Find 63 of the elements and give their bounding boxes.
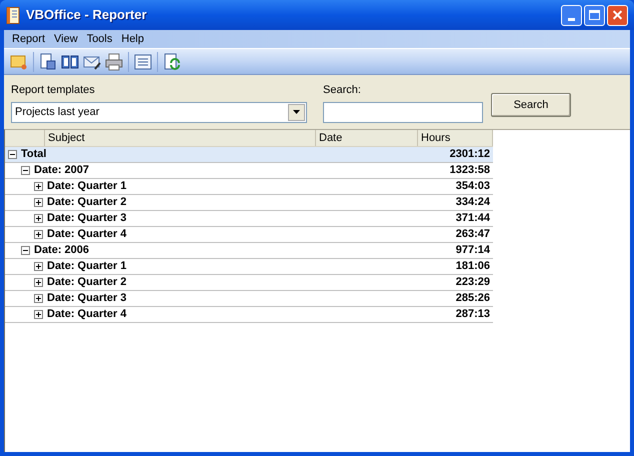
row-hours: 263:47 xyxy=(456,226,491,242)
expand-toggle[interactable] xyxy=(34,230,43,238)
row-hours: 977:14 xyxy=(456,242,491,258)
window-title: VBOffice - Reporter xyxy=(26,6,148,24)
dropdown-value: Projects last year xyxy=(14,104,100,120)
expand-toggle[interactable] xyxy=(34,310,43,318)
search-label: Search: xyxy=(323,83,362,98)
column-header[interactable]: Hours xyxy=(418,130,493,146)
row-hours: 334:24 xyxy=(456,194,491,210)
expand-toggle[interactable] xyxy=(34,278,43,286)
tree-row[interactable]: Date: Quarter 4 287:13 xyxy=(5,306,493,322)
row-subject: Date: Quarter 3 xyxy=(47,212,126,224)
search-field[interactable] xyxy=(323,102,483,122)
menu-item[interactable]: Report xyxy=(8,34,50,44)
row-hours: 1323:58 xyxy=(450,162,491,178)
row-subject: Date: Quarter 1 xyxy=(47,180,126,192)
tree-row[interactable]: Date: Quarter 2 223:29 xyxy=(5,274,493,290)
tree-row[interactable]: Date: Quarter 1 354:03 xyxy=(5,178,493,194)
row-hours: 223:29 xyxy=(456,274,491,290)
row-subject: Date: Quarter 4 xyxy=(47,308,126,320)
expand-toggle[interactable] xyxy=(34,214,43,222)
expand-toggle[interactable] xyxy=(34,182,43,190)
row-hours: 287:13 xyxy=(456,306,491,322)
tree-row[interactable]: Date: 2006 977:14 xyxy=(5,242,493,258)
column-header[interactable]: Subject xyxy=(45,130,316,146)
collapse-toggle[interactable] xyxy=(21,166,30,174)
tree-row[interactable]: Date: Quarter 3 285:26 xyxy=(5,290,493,306)
row-hours: 181:06 xyxy=(456,258,491,274)
templates-label: Report templates xyxy=(11,83,96,98)
collapse-toggle[interactable] xyxy=(21,246,30,254)
expand-toggle[interactable] xyxy=(34,198,43,206)
row-hours: 371:44 xyxy=(456,210,491,226)
tree-row[interactable]: Date: 2007 1323:58 xyxy=(5,162,493,178)
tree-row[interactable]: Date: Quarter 4 263:47 xyxy=(5,226,493,242)
row-hours: 2301:12 xyxy=(450,146,491,162)
tree-row[interactable]: Date: Quarter 2 334:24 xyxy=(5,194,493,210)
menu-item[interactable]: View xyxy=(50,34,82,44)
row-subject: Date: Quarter 3 xyxy=(47,292,126,304)
minimize-button[interactable] xyxy=(561,4,582,26)
expand-toggle[interactable] xyxy=(34,294,43,302)
row-subject: Date: 2007 xyxy=(34,164,90,176)
row-subject: Date: Quarter 4 xyxy=(47,228,126,240)
menu-item[interactable]: Help xyxy=(117,34,148,44)
row-subject: Total xyxy=(21,148,46,160)
row-subject: Date: Quarter 2 xyxy=(47,196,126,208)
expand-toggle[interactable] xyxy=(34,262,43,270)
templates-dropdown[interactable]: Projects last year xyxy=(11,102,307,122)
tree-row[interactable]: Date: Quarter 3 371:44 xyxy=(5,210,493,226)
row-subject: Date: Quarter 1 xyxy=(47,260,126,272)
close-button[interactable] xyxy=(607,4,628,26)
tree-row[interactable]: Total 2301:12 xyxy=(5,146,493,162)
row-hours: 354:03 xyxy=(456,178,491,194)
search-button[interactable]: Search xyxy=(491,93,571,117)
row-hours: 285:26 xyxy=(456,290,491,306)
printer-icon[interactable] xyxy=(103,50,125,72)
row-subject: Date: Quarter 2 xyxy=(47,276,126,288)
row-subject: Date: 2006 xyxy=(34,244,90,256)
column-header[interactable]: Date xyxy=(316,130,418,146)
menu-item[interactable]: Tools xyxy=(82,34,116,44)
tree-row[interactable]: Date: Quarter 1 181:06 xyxy=(5,258,493,274)
notebook-icon xyxy=(6,6,20,24)
maximize-button[interactable] xyxy=(584,4,605,26)
collapse-toggle[interactable] xyxy=(8,150,17,158)
